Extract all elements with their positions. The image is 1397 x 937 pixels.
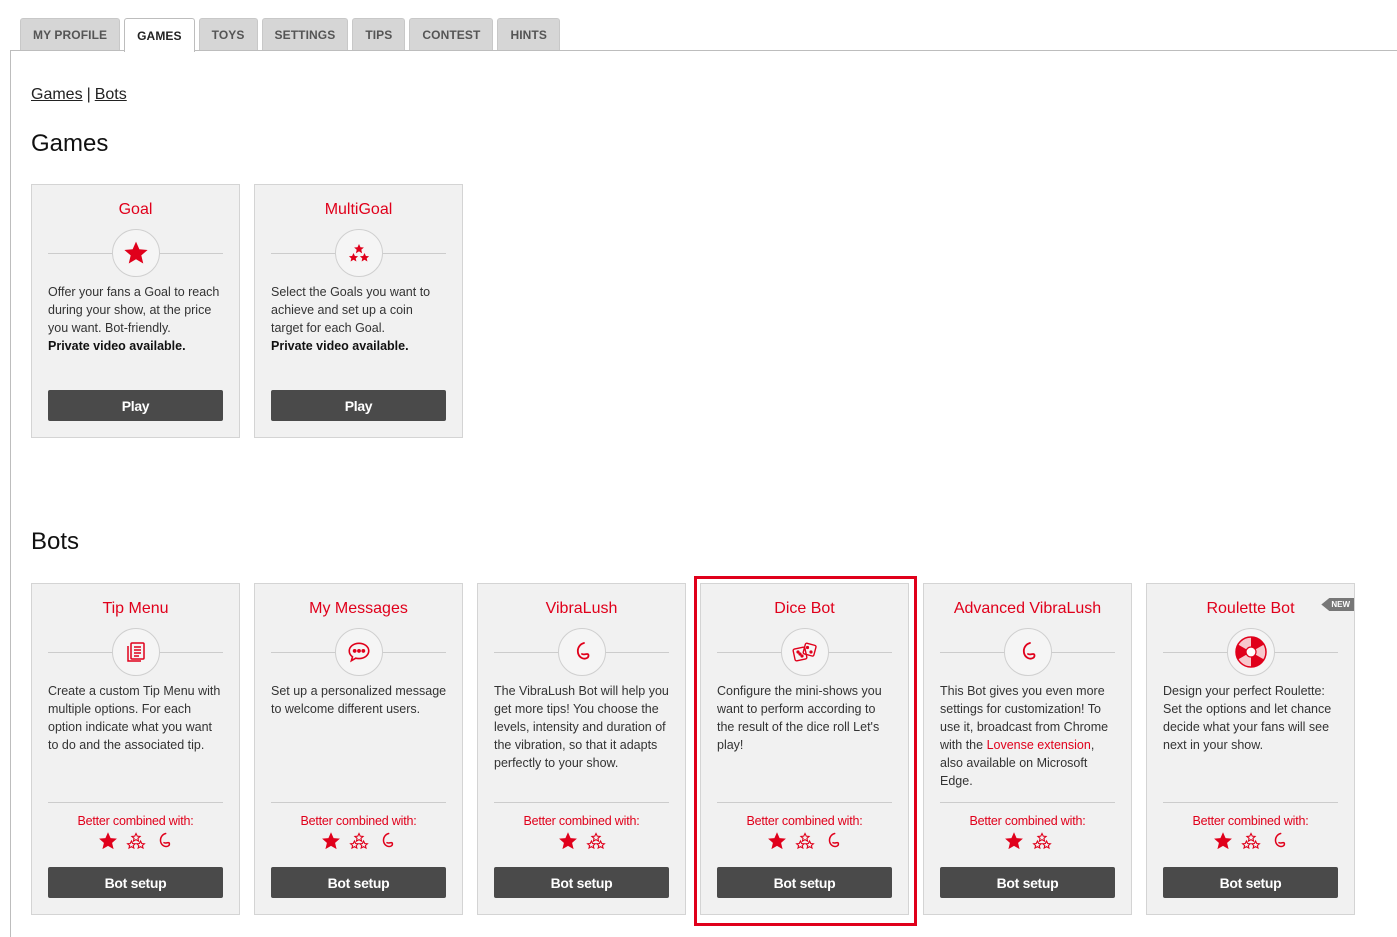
card-title: Dice Bot (774, 600, 835, 617)
card-title: Advanced VibraLush (953, 600, 1102, 617)
card-title: MultiGoal (324, 201, 393, 218)
tab-toys[interactable]: TOYS (198, 18, 258, 51)
better-combined-label: Better combined with: (746, 814, 863, 828)
card-icon-row (717, 628, 892, 676)
vibrator-icon (382, 832, 393, 848)
star-icon (111, 229, 160, 277)
vibrator-icon (557, 628, 606, 676)
breadcrumb-bots-link[interactable]: Bots (95, 86, 127, 103)
better-combined: Better combined with: (494, 802, 669, 852)
star-icon (767, 832, 786, 850)
bots-card-list: Tip Menu Create a custom Tip Menu with m… (31, 583, 1355, 915)
game-card-goal: Goal Offer your fans a Goal to reach dur… (31, 184, 240, 438)
tab-hints[interactable]: HINTS (497, 18, 560, 51)
star-icon (1213, 832, 1232, 850)
bot-setup-button[interactable]: Bot setup (494, 867, 669, 898)
vibrator-icon (828, 832, 839, 848)
vibrator-icon (1003, 628, 1052, 676)
card-title: Tip Menu (102, 600, 169, 617)
menu-icon (111, 628, 160, 676)
star-icon (558, 832, 577, 850)
better-combined: Better combined with: (940, 802, 1115, 852)
tab-bar: MY PROFILE GAMES TOYS SETTINGS TIPS CONT… (20, 18, 560, 52)
card-icon-row (48, 229, 223, 277)
tab-contest[interactable]: CONTEST (409, 18, 494, 51)
bot-card-dice-bot: Dice Bot Configure the mini-shows you wa… (700, 583, 909, 915)
vibrator-icon (159, 832, 170, 848)
bot-setup-button[interactable]: Bot setup (940, 867, 1115, 898)
lovense-extension-link[interactable]: Lovense extension (987, 738, 1091, 752)
better-combined-label: Better combined with: (1192, 814, 1309, 828)
multi-star-icon (585, 832, 606, 850)
better-combined: Better combined with: (48, 802, 223, 852)
better-combined-label: Better combined with: (523, 814, 640, 828)
card-icon-row (48, 628, 223, 676)
chat-icon (334, 628, 383, 676)
bot-card-vibralush: VibraLush The VibraLush Bot will help yo… (477, 583, 686, 915)
card-description: Configure the mini-shows you want to per… (717, 684, 882, 752)
card-icon-row (271, 229, 446, 277)
star-icon (1004, 832, 1023, 850)
card-title: My Messages (309, 600, 408, 617)
tab-settings[interactable]: SETTINGS (261, 18, 349, 51)
content-border (10, 50, 11, 937)
multi-star-icon (125, 832, 146, 850)
bot-setup-button[interactable]: Bot setup (48, 867, 223, 898)
bot-card-tip-menu: Tip Menu Create a custom Tip Menu with m… (31, 583, 240, 915)
card-description: Offer your fans a Goal to reach during y… (48, 285, 220, 353)
star-icon (321, 832, 340, 850)
bot-setup-button[interactable]: Bot setup (717, 867, 892, 898)
games-card-list: Goal Offer your fans a Goal to reach dur… (31, 184, 463, 438)
card-title: Roulette Bot (1206, 600, 1295, 617)
vibrator-icon (1274, 832, 1285, 848)
card-icon-row (271, 628, 446, 676)
breadcrumb-games-link[interactable]: Games (31, 86, 83, 103)
dice-icon (780, 628, 829, 676)
multi-star-icon (348, 832, 369, 850)
card-title: Goal (118, 201, 153, 218)
bot-setup-button[interactable]: Bot setup (1163, 867, 1338, 898)
bot-card-my-messages: My Messages Set up a personalized messag… (254, 583, 463, 915)
play-button[interactable]: Play (271, 390, 446, 421)
card-description: The VibraLush Bot will help you get more… (494, 684, 669, 770)
tab-games[interactable]: GAMES (124, 18, 195, 52)
card-icon-row (1163, 628, 1338, 676)
breadcrumb: Games | Bots (31, 86, 127, 104)
better-combined: Better combined with: (717, 802, 892, 852)
card-description: Set up a personalized message to welcome… (271, 684, 447, 716)
card-description: Select the Goals you want to achieve and… (271, 285, 431, 353)
card-description: Design your perfect Roulette: Set the op… (1163, 684, 1332, 752)
bots-heading: Bots (31, 528, 80, 555)
better-combined-label: Better combined with: (300, 814, 417, 828)
tab-divider (10, 50, 1397, 51)
bot-setup-button[interactable]: Bot setup (271, 867, 446, 898)
better-combined-label: Better combined with: (77, 814, 194, 828)
bot-card-roulette-bot: NEW Roulette Bot Design your perfect Rou… (1146, 583, 1355, 915)
tab-tips[interactable]: TIPS (352, 18, 406, 51)
card-description: This Bot gives you even more settings fo… (940, 684, 1109, 788)
card-icon-row (494, 628, 669, 676)
better-combined: Better combined with: (271, 802, 446, 852)
multi-star-icon (1240, 832, 1261, 850)
card-icon-row (940, 628, 1115, 676)
play-button[interactable]: Play (48, 390, 223, 421)
roulette-icon (1226, 628, 1275, 676)
breadcrumb-separator: | (86, 86, 91, 103)
tab-my-profile[interactable]: MY PROFILE (20, 18, 121, 51)
bot-card-advanced-vibralush: Advanced VibraLush This Bot gives you ev… (923, 583, 1132, 915)
card-title: VibraLush (545, 600, 618, 617)
star-icon (98, 832, 117, 850)
game-card-multigoal: MultiGoal Select the Goals you want to a… (254, 184, 463, 438)
card-description: Create a custom Tip Menu with multiple o… (48, 684, 221, 752)
multi-star-icon (794, 832, 815, 850)
multi-star-icon (334, 229, 383, 277)
games-heading: Games (31, 130, 109, 157)
better-combined-label: Better combined with: (969, 814, 1086, 828)
better-combined: Better combined with: (1163, 802, 1338, 852)
multi-star-icon (1031, 832, 1052, 850)
